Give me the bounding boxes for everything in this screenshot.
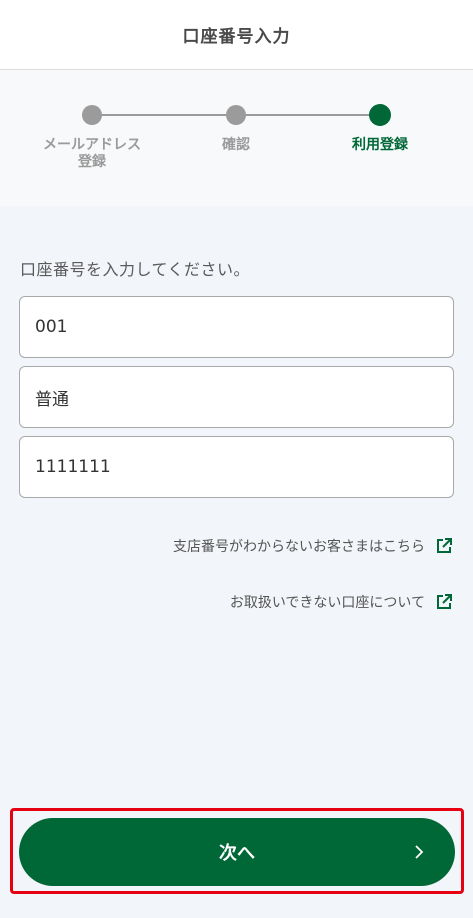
page-title: 口座番号入力 [182,27,291,47]
step-dot-email [82,105,102,125]
stepper-connector [92,114,236,116]
account-type-select[interactable]: 普通 [19,366,454,428]
branch-number-help-label: 支店番号がわからないお客さまはこちら [173,539,425,555]
unsupported-accounts-label: お取扱いできない口座について [229,595,425,611]
step-label-confirm: 確認 [222,137,250,153]
instruction-text: 口座番号を入力してください。 [20,260,251,279]
branch-code-value: 001 [35,317,68,337]
next-button-label: 次へ [219,843,255,863]
page: 口座番号入力 メールアドレス 登録 確認 利用登録 口座番号を入力してください。… [0,0,473,918]
account-type-value: 普通 [35,389,69,410]
branch-number-help-link[interactable]: 支店番号がわからないお客さまはこちら [173,536,453,556]
step-dot-confirm [226,105,246,125]
stepper-connector [236,114,380,116]
step-dot-register [369,104,391,126]
top-header: 口座番号入力 [0,0,473,70]
external-link-icon [437,538,452,553]
step-label-register: 利用登録 [352,137,408,153]
account-number-field[interactable]: 1111111 [19,436,454,498]
progress-stepper: メールアドレス 登録 確認 利用登録 [0,70,473,206]
next-button[interactable]: 次へ [19,818,455,886]
chevron-right-icon [415,845,424,859]
external-link-icon [437,594,452,609]
unsupported-accounts-link[interactable]: お取扱いできない口座について [230,592,453,612]
step-label-email: メールアドレス 登録 [43,137,141,170]
branch-code-field[interactable]: 001 [19,296,454,358]
account-number-value: 1111111 [35,457,111,477]
